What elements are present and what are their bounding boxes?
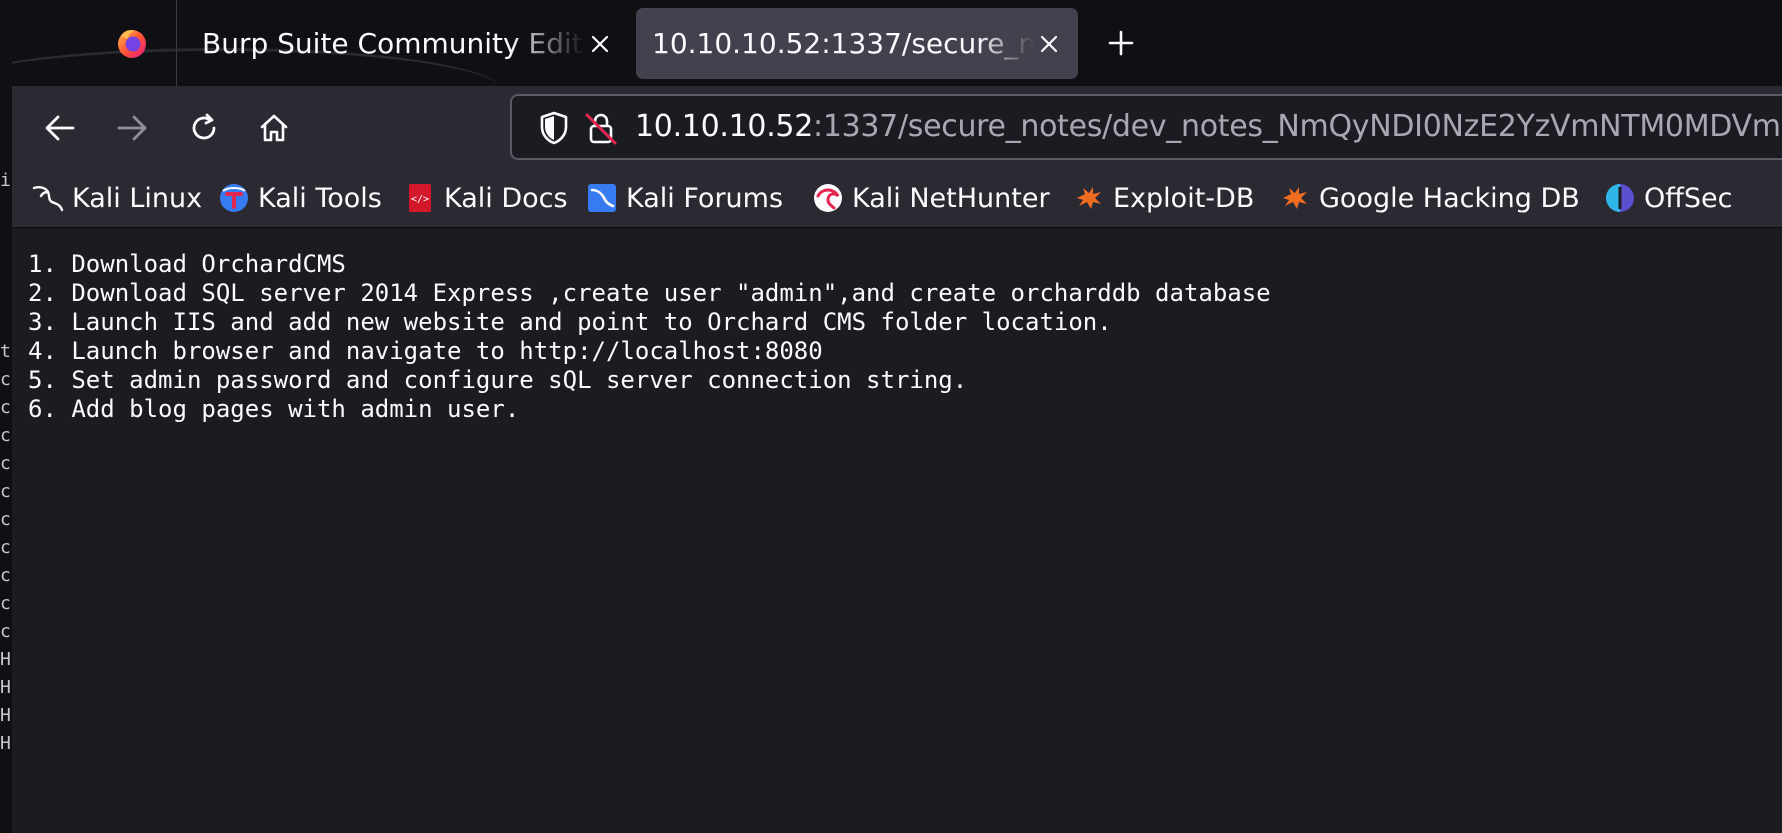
home-icon [260,114,288,142]
terminal-fragment: H [0,677,11,698]
close-tab-icon[interactable] [1034,29,1064,59]
note-line: 1. Download OrchardCMS [28,250,346,278]
new-tab-button[interactable] [1103,25,1139,61]
tab-title: 10.10.10.52:1337/secure_notes/dev_notes_… [652,27,1034,60]
reload-icon [192,113,216,140]
close-tab-icon[interactable] [585,29,615,59]
bookmark-kali-forums[interactable]: Kali Forums [586,178,783,218]
terminal-fragment: t [0,341,11,362]
dev-notes-text: 1. Download OrchardCMS 2. Download SQL s… [28,250,1271,424]
offsec-icon [1604,182,1636,214]
bookmark-label: Kali Forums [626,182,784,214]
tab-burp-suite[interactable]: Burp Suite Community Edition [190,8,615,79]
terminal-fragment: H [0,705,11,726]
note-line: 2. Download SQL server 2014 Express ,cre… [28,279,1271,307]
bookmark-label: OffSec [1644,182,1733,214]
ghdb-icon [1279,182,1311,214]
kali-tools-icon [218,182,250,214]
bookmark-kali-linux[interactable]: Kali Linux [32,178,202,218]
note-line: 5. Set admin password and configure sQL … [28,366,968,394]
note-line: 6. Add blog pages with admin user. [28,395,520,423]
terminal-fragment: c [0,481,11,502]
home-button[interactable] [252,106,296,150]
firefox-logo-icon[interactable] [116,27,148,59]
url-text[interactable]: 10.10.10.52:1337/secure_notes/dev_notes_… [635,96,1782,158]
bookmark-label: Kali Tools [258,182,382,214]
address-bar[interactable]: 10.10.10.52:1337/secure_notes/dev_notes_… [510,94,1782,160]
bookmark-label: Kali Docs [444,182,568,214]
bookmark-label: Google Hacking DB [1319,182,1580,214]
bookmark-offsec[interactable]: OffSec [1604,178,1732,218]
insecure-lock-icon[interactable] [584,110,618,146]
tracking-protection-shield-icon[interactable] [538,110,570,146]
terminal-fragment: i [0,170,11,191]
plus-icon [1108,30,1134,56]
terminal-fragment: c [0,621,11,642]
terminal-fragment: c [0,397,11,418]
reload-button[interactable] [182,106,226,150]
arrow-left-icon [45,115,75,141]
background-terminal-edge: i t c c c c c c c c c c H H H H [0,0,12,833]
kali-docs-icon: </> [404,182,436,214]
bookmark-kali-tools[interactable]: Kali Tools [218,178,382,218]
arrow-right-icon [117,115,147,141]
bookmark-label: Kali Linux [72,182,203,214]
terminal-fragment: H [0,649,11,670]
bookmark-google-hacking-db[interactable]: Google Hacking DB [1279,178,1580,218]
kali-forums-icon [586,182,618,214]
terminal-fragment: c [0,369,11,390]
svg-text:</>: </> [411,194,429,205]
note-line: 3. Launch IIS and add new website and po… [28,308,1112,336]
bookmark-label: Kali NetHunter [852,182,1050,214]
tab-strip-divider [176,0,177,86]
tab-secure-notes[interactable]: 10.10.10.52:1337/secure_notes/dev_notes_… [636,8,1078,79]
note-line: 4. Launch browser and navigate to http:/… [28,337,823,365]
bookmark-exploit-db[interactable]: Exploit-DB [1073,178,1254,218]
terminal-fragment: c [0,425,11,446]
bookmark-kali-nethunter[interactable]: Kali NetHunter [812,178,1050,218]
terminal-fragment: c [0,593,11,614]
url-path: :1337/secure_notes/dev_notes_NmQyNDI0NzE… [813,109,1782,144]
kali-dragon-icon [32,182,64,214]
page-content: 1. Download OrchardCMS 2. Download SQL s… [12,228,1782,833]
tab-title: Burp Suite Community Edition [202,27,585,60]
terminal-fragment: H [0,733,11,754]
url-host: 10.10.10.52 [635,109,814,144]
tab-strip: Burp Suite Community Edition 10.10.10.52… [12,0,1782,86]
terminal-fragment: c [0,565,11,586]
terminal-fragment: c [0,509,11,530]
terminal-fragment: c [0,453,11,474]
exploit-db-icon [1073,182,1105,214]
bookmark-label: Exploit-DB [1113,182,1255,214]
bookmarks-toolbar: Kali Linux Kali Tools </> Kali Docs Kali… [12,170,1782,228]
terminal-fragment: c [0,537,11,558]
kali-nethunter-icon [812,182,844,214]
browser-window: Burp Suite Community Edition 10.10.10.52… [12,0,1782,833]
back-button[interactable] [38,106,82,150]
forward-button[interactable] [110,106,154,150]
bookmark-kali-docs[interactable]: </> Kali Docs [404,178,568,218]
navigation-toolbar: 10.10.10.52:1337/secure_notes/dev_notes_… [12,86,1782,170]
